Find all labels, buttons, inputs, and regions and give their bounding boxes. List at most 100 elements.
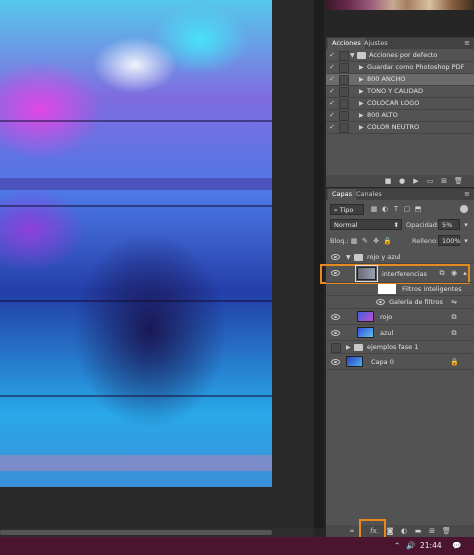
layer-row[interactable]: ▼ rojo y azul — [326, 251, 474, 264]
canvas-image[interactable] — [0, 0, 272, 487]
clock-time[interactable]: 21:44 — [420, 537, 442, 555]
smart-object-filter-icon[interactable]: ⬒ — [414, 205, 422, 213]
panel-menu-icon[interactable]: ≡ — [464, 189, 470, 200]
new-layer-icon[interactable]: ⊞ — [428, 527, 436, 535]
layer-thumbnail[interactable] — [357, 311, 374, 322]
layer-row[interactable]: rojo ⧉ — [326, 309, 474, 325]
filter-label: Tipo — [339, 206, 354, 214]
triangle-right-icon[interactable]: ▶ — [359, 63, 364, 72]
eye-icon[interactable] — [376, 299, 385, 305]
triangle-right-icon[interactable]: ▶ — [359, 111, 364, 120]
triangle-down-icon[interactable]: ▼ — [346, 253, 351, 262]
blend-mode-select[interactable]: Normal ⬍ — [330, 219, 402, 230]
pixel-filter-icon[interactable]: ▦ — [370, 205, 378, 213]
filter-row[interactable]: Galería de filtros ⇋ — [326, 296, 474, 309]
delete-layer-icon[interactable]: 🗑 — [442, 527, 451, 535]
smart-filters-row[interactable]: Filtros inteligentes — [326, 283, 474, 296]
layer-row[interactable]: azul ⧉ — [326, 325, 474, 341]
chevron-up-icon[interactable]: ⌃ — [394, 537, 400, 555]
check-icon[interactable]: ✓ — [329, 63, 337, 72]
action-row[interactable]: ✓ ▶ Guardar como Photoshop PDF — [326, 62, 474, 74]
stop-icon[interactable]: ■ — [384, 177, 392, 185]
check-icon[interactable]: ✓ — [329, 111, 337, 120]
eye-icon[interactable] — [331, 270, 340, 276]
action-row[interactable]: ✓ ▶ COLOCAR LOGO — [326, 98, 474, 110]
action-row[interactable]: ✓ ▶ COLOR NEUTRO — [326, 122, 474, 134]
lock-all-icon[interactable]: 🔒 — [383, 237, 392, 245]
link-layers-icon[interactable]: ∞ — [348, 527, 356, 535]
adjustment-filter-icon[interactable]: ◐ — [381, 205, 389, 213]
check-icon[interactable]: ✓ — [329, 99, 337, 108]
new-set-icon[interactable]: ▭ — [426, 177, 434, 185]
fill-dropdown-icon[interactable]: ▾ — [462, 237, 470, 245]
lock-transparent-icon[interactable]: ▦ — [350, 237, 358, 245]
opacity-dropdown-icon[interactable]: ▾ — [462, 221, 470, 229]
lock-position-icon[interactable]: ✥ — [372, 237, 380, 245]
new-action-icon[interactable]: ⊞ — [440, 177, 448, 185]
layer-thumbnail[interactable] — [346, 356, 363, 367]
check-icon[interactable]: ✓ — [329, 75, 337, 84]
adjustment-layer-icon[interactable]: ◐ — [400, 527, 408, 535]
filter-toggle-icon[interactable] — [460, 205, 468, 213]
eye-icon[interactable] — [331, 330, 340, 336]
triangle-up-icon[interactable]: ▴ — [461, 269, 469, 277]
triangle-right-icon[interactable]: ▶ — [346, 343, 351, 352]
triangle-down-icon[interactable]: ▼ — [350, 51, 355, 60]
eye-icon[interactable] — [331, 254, 340, 260]
dialog-toggle-box[interactable] — [339, 63, 349, 73]
glitch-band — [0, 455, 272, 471]
volume-icon[interactable]: 🔊 — [406, 537, 415, 555]
layer-thumbnail[interactable] — [357, 327, 374, 338]
action-row[interactable]: ✓ ▶ 800 ALTO — [326, 110, 474, 122]
action-row[interactable]: ✓ ▼ Acciones por defecto — [326, 50, 474, 62]
eye-icon[interactable] — [331, 359, 340, 365]
dialog-toggle-box[interactable] — [339, 111, 349, 121]
add-mask-icon[interactable]: ◙ — [386, 527, 394, 535]
swatches-strip[interactable] — [326, 0, 474, 10]
filter-options-icon[interactable]: ⇋ — [450, 298, 458, 306]
visibility-empty-box[interactable] — [331, 343, 341, 353]
smart-object-badge-icon: ⧉ — [451, 329, 457, 337]
check-icon[interactable]: ✓ — [329, 123, 337, 132]
action-row[interactable]: ✓ ▶ 800 ANCHO — [326, 74, 474, 86]
eye-icon[interactable] — [331, 314, 340, 320]
check-icon[interactable]: ✓ — [329, 87, 337, 96]
panel-menu-icon[interactable]: ≡ — [464, 38, 470, 49]
tab-ajustes[interactable]: Ajustes — [360, 38, 392, 49]
new-group-icon[interactable]: ▬ — [414, 527, 422, 535]
play-icon[interactable]: ▶ — [412, 177, 420, 185]
smart-filter-icon[interactable]: ◉ — [450, 269, 458, 277]
blend-mode-value: Normal — [334, 221, 358, 229]
triangle-right-icon[interactable]: ▶ — [359, 75, 364, 84]
dialog-toggle-box[interactable] — [339, 87, 349, 97]
lock-label: Bloq.: — [330, 237, 349, 245]
delete-icon[interactable]: 🗑 — [454, 177, 463, 185]
dialog-toggle-box[interactable] — [339, 51, 349, 61]
actions-panel: Acciones Ajustes ≡ ✓ ▼ Acciones por defe… — [326, 37, 474, 187]
layer-row[interactable]: ▶ ejemplos fase 1 — [326, 341, 474, 354]
lock-pixels-icon[interactable]: ✎ — [361, 237, 369, 245]
opacity-input[interactable]: 5% — [438, 219, 460, 230]
layer-row-selected[interactable]: interferencias ⧉ ◉ ▴ — [326, 264, 474, 283]
layer-filter-select[interactable]: ⌕ Tipo — [330, 204, 364, 215]
dialog-toggle-box[interactable] — [339, 75, 349, 85]
layer-name: interferencias — [382, 270, 427, 278]
shape-filter-icon[interactable]: ▢ — [403, 205, 411, 213]
check-icon[interactable]: ✓ — [329, 51, 337, 60]
triangle-right-icon[interactable]: ▶ — [359, 123, 364, 132]
triangle-right-icon[interactable]: ▶ — [359, 99, 364, 108]
horizontal-scroll-thumb[interactable] — [0, 530, 272, 535]
layer-row[interactable]: Capa 0 🔒 — [326, 354, 474, 370]
dialog-toggle-box[interactable] — [339, 123, 349, 133]
record-icon[interactable]: ● — [398, 177, 406, 185]
action-row[interactable]: ✓ ▶ TONO Y CALIDAD — [326, 86, 474, 98]
notification-icon[interactable]: 💬 — [452, 537, 461, 555]
type-filter-icon[interactable]: T — [392, 205, 400, 213]
filter-mask-thumbnail[interactable] — [378, 284, 396, 294]
fill-input[interactable]: 100% — [438, 235, 461, 246]
triangle-right-icon[interactable]: ▶ — [359, 87, 364, 96]
document-canvas-area[interactable] — [0, 0, 314, 528]
thumbnail-selection-frame — [355, 265, 378, 282]
dialog-toggle-box[interactable] — [339, 99, 349, 109]
tab-canales[interactable]: Canales — [352, 189, 386, 200]
